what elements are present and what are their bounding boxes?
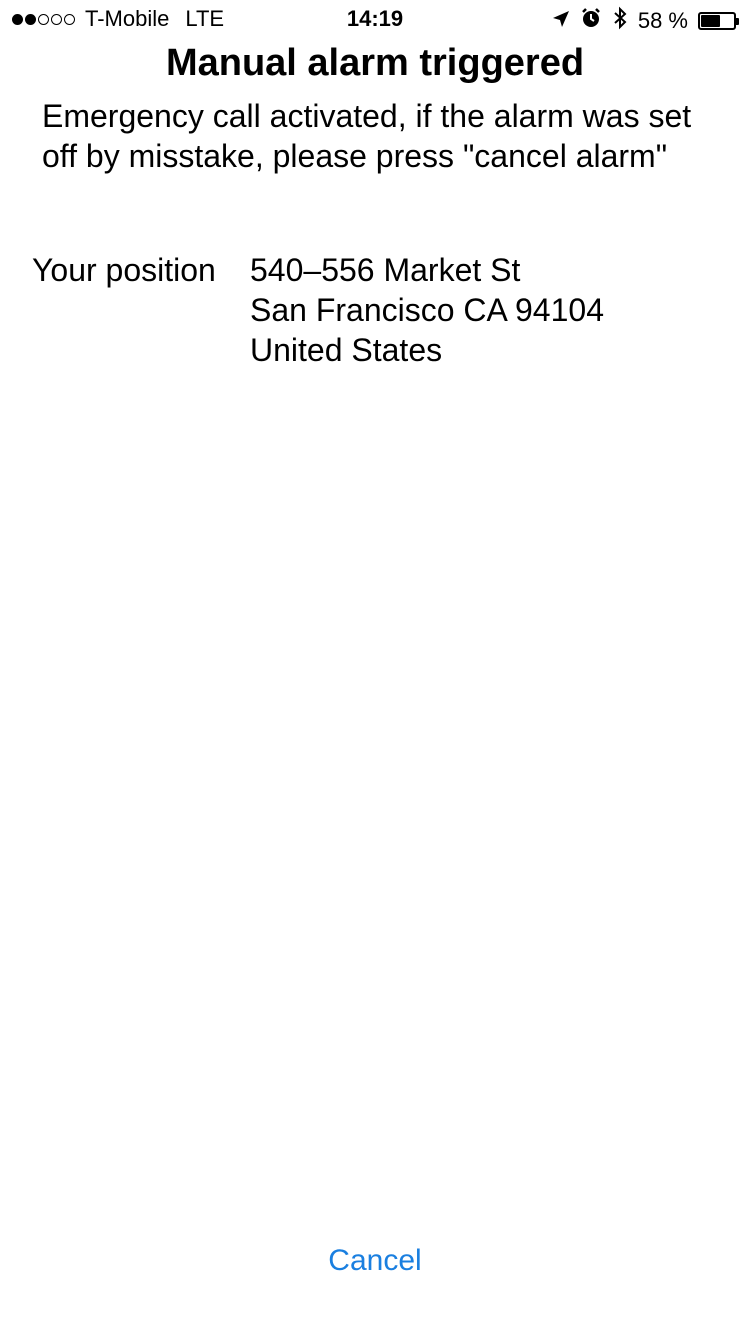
status-bar: T-Mobile LTE 14:19 58 % xyxy=(0,0,750,40)
position-label: Your position xyxy=(32,252,216,288)
battery-level-fill xyxy=(701,15,720,27)
position-address: 540–556 Market St San Francisco CA 94104… xyxy=(250,250,604,370)
battery-nub xyxy=(736,18,739,25)
status-right: 58 % xyxy=(552,6,739,36)
address-line-city: San Francisco CA 94104 xyxy=(250,292,604,328)
address-line-country: United States xyxy=(250,332,443,368)
address-line-street: 540–556 Market St xyxy=(250,252,521,288)
location-arrow-icon xyxy=(552,8,570,34)
battery-percentage: 58 % xyxy=(637,8,688,33)
alert-message: Emergency call activated, if the alarm w… xyxy=(42,98,692,174)
bluetooth-icon xyxy=(612,6,628,36)
alarm-clock-icon xyxy=(580,7,602,35)
battery-icon xyxy=(698,12,739,30)
alert-title: Manual alarm triggered xyxy=(165,42,585,84)
cancel-button[interactable]: Cancel xyxy=(0,1244,750,1278)
